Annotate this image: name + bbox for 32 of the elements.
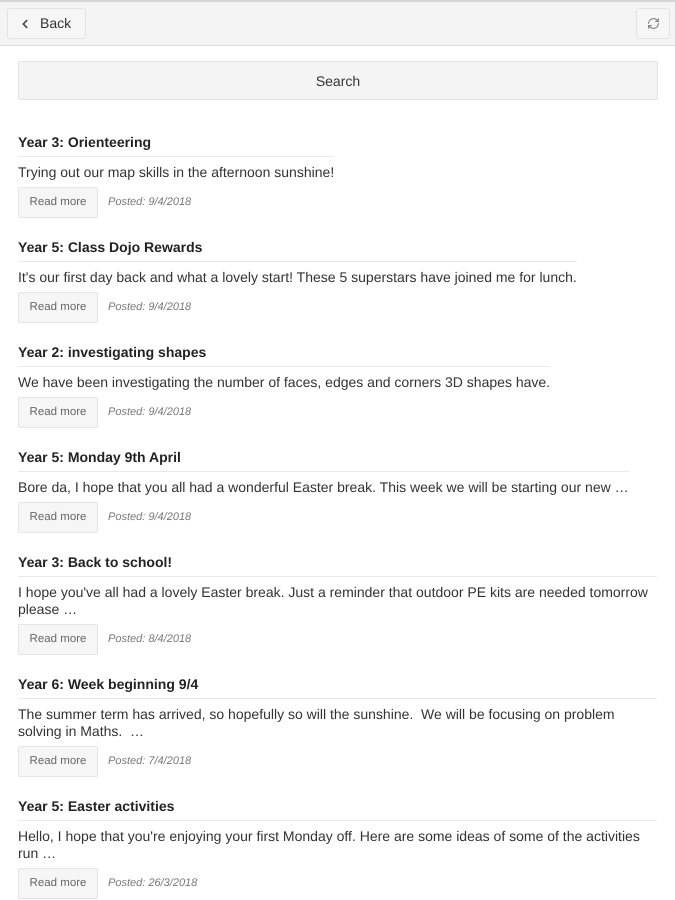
posted-date: Posted: 9/4/2018 [108,195,192,210]
post-title: Year 2: investigating shapes [18,344,550,367]
post-excerpt: Bore da, I hope that you all had a wonderful Easter break. This week we will be starting our new … [18,479,629,496]
post-title: Year 5: Easter activities [18,798,657,821]
post-excerpt: It's our first day back and what a lovely start! These 5 superstars have joined me for lunch. [18,269,577,286]
post-excerpt: Hello, I hope that you're enjoying your first Monday off. Here are some ideas of some of the activities run … [18,828,641,862]
post-title: Year 5: Monday 9th April [18,449,629,472]
read-more-button[interactable]: Read more [18,746,98,777]
refresh-button[interactable] [636,8,670,39]
back-button[interactable]: Back [7,8,86,39]
read-more-button[interactable]: Read more [18,397,98,428]
post-excerpt: The summer term has arrived, so hopefully so will the sunshine. We will be focusing on problem solving in Maths. … [18,706,616,740]
post-excerpt: We have been investigating the number of faces, edges and corners 3D shapes have. [18,374,550,391]
posted-date: Posted: 8/4/2018 [108,632,192,648]
search-field[interactable]: Search [18,61,658,100]
post-excerpt: Trying out our map skills in the afternoon sunshine! [18,164,334,181]
refresh-icon [646,17,660,30]
post-title: Year 3: Back to school! [18,554,657,577]
posted-date: Posted: 26/3/2018 [108,876,198,892]
posted-date: Posted: 9/4/2018 [108,510,192,526]
post-title: Year 6: Week beginning 9/4 [18,676,657,699]
posted-date: Posted: 9/4/2018 [108,300,192,316]
post-excerpt: I hope you've all had a lovely Easter break. Just a reminder that outdoor PE kits are needed tomorrow please … [18,584,649,618]
posted-date: Posted: 9/4/2018 [108,405,192,420]
read-more-button[interactable]: Read more [18,187,98,218]
read-more-button[interactable]: Read more [18,502,98,533]
posted-date: Posted: 7/4/2018 [108,754,192,770]
read-more-button[interactable]: Read more [18,624,98,655]
post-title: Year 3: Orienteering [18,134,334,157]
read-more-button[interactable]: Read more [18,868,98,899]
read-more-button[interactable]: Read more [18,292,98,323]
post-title: Year 5: Class Dojo Rewards [18,239,577,262]
